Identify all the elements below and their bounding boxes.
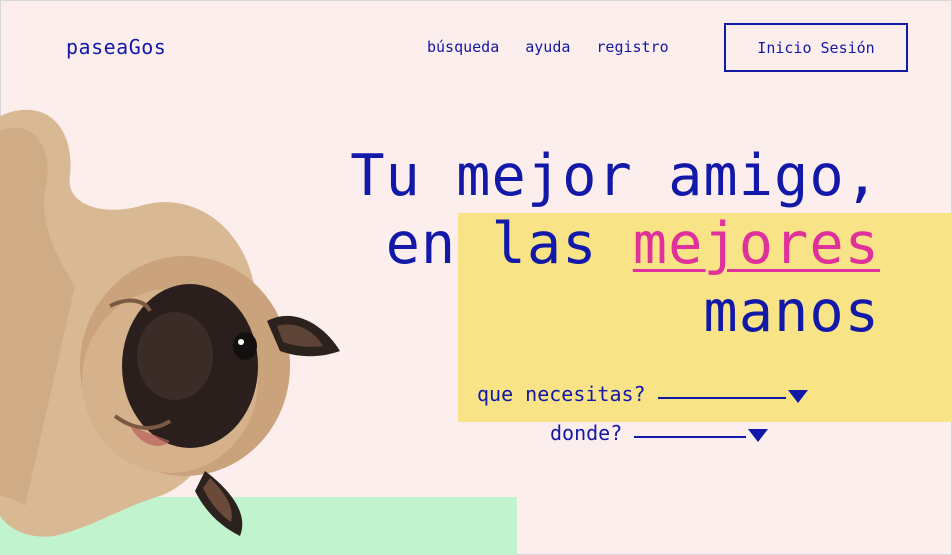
dropdown-caret-icon[interactable] [748, 428, 769, 442]
brand-logo[interactable]: paseaGos [66, 35, 166, 59]
nav-link-registro[interactable]: registro [596, 38, 668, 56]
hero-headline: Tu mejor amigo, en las mejores manos [350, 142, 880, 346]
need-input-line[interactable] [657, 389, 786, 399]
where-selector[interactable]: donde? [550, 421, 769, 445]
main-nav: búsqueda ayuda registro [427, 38, 669, 56]
nav-link-busqueda[interactable]: búsqueda [427, 38, 499, 56]
where-input-line[interactable] [634, 428, 747, 438]
where-label: donde? [550, 421, 623, 445]
nav-link-ayuda[interactable]: ayuda [525, 38, 570, 56]
hero-line-3: manos [703, 279, 880, 345]
hero-line-2: en las mejores [350, 210, 880, 278]
hero-line-1: Tu mejor amigo, [350, 143, 880, 209]
pug-dog-image [0, 109, 340, 537]
hero-accent-word: mejores [632, 211, 880, 277]
need-selector[interactable]: que necesitas? [477, 382, 808, 406]
need-label: que necesitas? [477, 382, 646, 406]
hero-line-2-prefix: en las [385, 211, 633, 277]
login-button[interactable]: Inicio Sesión [724, 23, 908, 72]
dropdown-caret-icon[interactable] [787, 389, 808, 403]
